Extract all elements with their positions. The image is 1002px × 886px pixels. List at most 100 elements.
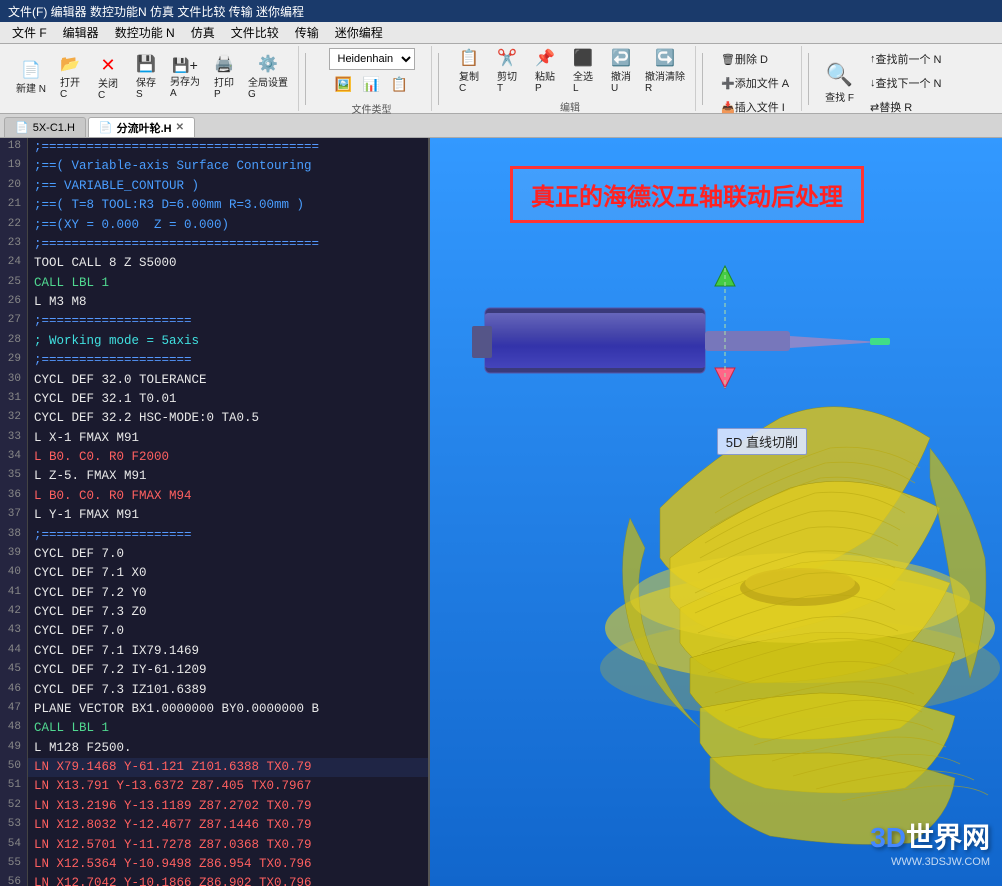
- tab-5xc1[interactable]: 📄 5X-C1.H: [4, 117, 86, 137]
- print-icon: 🖨️: [214, 57, 234, 73]
- menu-nc[interactable]: 数控功能 N: [107, 22, 183, 43]
- main-content: 18;=====================================…: [0, 138, 1002, 886]
- line-number: 39: [0, 545, 28, 564]
- paste-button[interactable]: 📌 粘贴P: [527, 48, 563, 97]
- find-label: 查找 F: [825, 89, 854, 104]
- line-number: 32: [0, 409, 28, 428]
- tab-close-icon[interactable]: ✕: [176, 122, 184, 133]
- code-line: 49L M128 F2500.: [0, 739, 428, 758]
- line-content: CYCL DEF 7.3 Z0: [28, 603, 428, 622]
- line-number: 25: [0, 274, 28, 293]
- filetype-select[interactable]: Heidenhain: [329, 48, 415, 70]
- code-line: 35L Z-5. FMAX M91: [0, 467, 428, 486]
- print-button[interactable]: 🖨️ 打印P: [206, 54, 242, 103]
- find-big-button[interactable]: 🔍 查找 F: [821, 59, 858, 107]
- img-btn-3[interactable]: 📋: [387, 74, 413, 95]
- code-line: 25CALL LBL 1: [0, 274, 428, 293]
- line-number: 36: [0, 487, 28, 506]
- line-content: CALL LBL 1: [28, 719, 428, 738]
- code-line: 50LN X79.1468 Y-61.121 Z101.6388 TX0.79: [0, 758, 428, 777]
- title-bar: 文件(F) 编辑器 数控功能N 仿真 文件比较 传输 迷你编程: [0, 0, 1002, 22]
- code-panel[interactable]: 18;=====================================…: [0, 138, 430, 886]
- code-line: 34L B0. C0. R0 F2000: [0, 448, 428, 467]
- line-number: 44: [0, 642, 28, 661]
- findprev-button[interactable]: ↑ 查找前一个 N: [864, 48, 948, 70]
- code-line: 19;==( Variable-axis Surface Contouring: [0, 157, 428, 176]
- redo-button[interactable]: ↪️ 撤消清除R: [641, 48, 689, 97]
- undo-button[interactable]: ↩️ 撤消U: [603, 48, 639, 97]
- tab-impeller[interactable]: 📄 分流叶轮.H ✕: [88, 117, 195, 137]
- code-line: 29;====================: [0, 351, 428, 370]
- new-button[interactable]: 📄 新建 N: [12, 60, 50, 98]
- close-icon: ✕: [100, 56, 115, 74]
- open-label: 打开C: [60, 74, 80, 100]
- file-group: 📄 新建 N 📂 打开C ✕ 关闭C 💾 保存S 💾+ 另存为A 🖨️ 打: [6, 46, 299, 111]
- line-content: CYCL DEF 32.1 T0.01: [28, 390, 428, 409]
- close-button[interactable]: ✕ 关闭C: [90, 53, 126, 104]
- line-number: 34: [0, 448, 28, 467]
- code-line: 40CYCL DEF 7.1 X0: [0, 564, 428, 583]
- menu-sim[interactable]: 仿真: [183, 22, 223, 43]
- line-content: CYCL DEF 7.0: [28, 622, 428, 641]
- insertfile-button[interactable]: 📥 插入文件 I: [715, 96, 795, 118]
- paste-icon: 📌: [535, 51, 555, 67]
- menu-transfer[interactable]: 传输: [287, 22, 327, 43]
- line-number: 18: [0, 138, 28, 157]
- toolbar: 📄 新建 N 📂 打开C ✕ 关闭C 💾 保存S 💾+ 另存为A 🖨️ 打: [0, 44, 1002, 114]
- chinese-label: 真正的海德汉五轴联动后处理: [510, 166, 864, 223]
- code-line: 27;====================: [0, 312, 428, 331]
- menu-editor[interactable]: 编辑器: [55, 22, 107, 43]
- code-line: 36L B0. C0. R0 FMAX M94: [0, 487, 428, 506]
- line-content: CYCL DEF 32.0 TOLERANCE: [28, 371, 428, 390]
- img-btn-2[interactable]: 📊: [359, 74, 385, 95]
- paste-label: 粘贴P: [535, 68, 555, 94]
- replace-button[interactable]: ⇄ 替换 R: [864, 96, 948, 118]
- cut-button[interactable]: ✂️ 剪切T: [489, 48, 525, 97]
- code-line: 30CYCL DEF 32.0 TOLERANCE: [0, 371, 428, 390]
- print-label: 打印P: [214, 74, 234, 100]
- line-content: L Y-1 FMAX M91: [28, 506, 428, 525]
- selectall-button[interactable]: ⬛ 全选L: [565, 48, 601, 97]
- line-number: 22: [0, 216, 28, 235]
- save-button[interactable]: 💾 保存S: [128, 54, 164, 103]
- line-number: 47: [0, 700, 28, 719]
- open-button[interactable]: 📂 打开C: [52, 54, 88, 103]
- line-content: LN X12.7042 Y-10.1866 Z86.902 TX0.796: [28, 874, 428, 886]
- code-line: 42CYCL DEF 7.3 Z0: [0, 603, 428, 622]
- selectall-label: 全选L: [573, 68, 593, 94]
- copy-button[interactable]: 📋 复制C: [451, 48, 487, 97]
- filetype-group: Heidenhain 🖼️ 📊 📋 文件类型: [312, 46, 432, 111]
- menu-file[interactable]: 文件 F: [4, 22, 55, 43]
- line-content: LN X12.8032 Y-12.4677 Z87.1446 TX0.79: [28, 816, 428, 835]
- tab-5xc1-label: 5X-C1.H: [33, 122, 75, 134]
- fullscreen-button[interactable]: ⚙️ 全局设置G: [244, 54, 292, 103]
- line-content: CALL LBL 1: [28, 274, 428, 293]
- addfile-button[interactable]: ➕ 添加文件 A: [715, 72, 795, 94]
- line-content: CYCL DEF 7.2 Y0: [28, 584, 428, 603]
- line-content: CYCL DEF 7.3 IZ101.6389: [28, 681, 428, 700]
- fullscreen-icon: ⚙️: [258, 57, 278, 73]
- code-line: 48CALL LBL 1: [0, 719, 428, 738]
- img-btn-1[interactable]: 🖼️: [331, 74, 357, 95]
- line-number: 35: [0, 467, 28, 486]
- delete-button[interactable]: 🗑 删除 D: [715, 48, 795, 70]
- line-number: 40: [0, 564, 28, 583]
- line-content: ;== VARIABLE_CONTOUR ): [28, 177, 428, 196]
- new-label: 新建 N: [16, 80, 46, 95]
- menu-mini[interactable]: 迷你编程: [327, 22, 391, 43]
- label-5d-cutting: 5D 直线切削: [717, 428, 807, 455]
- findnext-button[interactable]: ↓ 查找下一个 N: [864, 72, 948, 94]
- line-number: 21: [0, 196, 28, 215]
- saveas-button[interactable]: 💾+ 另存为A: [166, 55, 204, 102]
- divider-4: [808, 53, 809, 105]
- line-number: 27: [0, 312, 28, 331]
- code-line: 45CYCL DEF 7.2 IY-61.1209: [0, 661, 428, 680]
- line-content: TOOL CALL 8 Z S5000: [28, 254, 428, 273]
- menu-compare[interactable]: 文件比较: [223, 22, 287, 43]
- line-content: ;=====================================: [28, 138, 428, 157]
- line-content: ;=====================================: [28, 235, 428, 254]
- edit-group: 📋 复制C ✂️ 剪切T 📌 粘贴P ⬛ 全选L ↩️ 撤消U ↪️ 撤消清除R: [445, 46, 696, 111]
- line-number: 31: [0, 390, 28, 409]
- code-line: 38;====================: [0, 526, 428, 545]
- viewport-3d: 真正的海德汉五轴联动后处理 5D 直线切削 3D世界网 WWW.3DSJW.CO…: [430, 138, 1002, 886]
